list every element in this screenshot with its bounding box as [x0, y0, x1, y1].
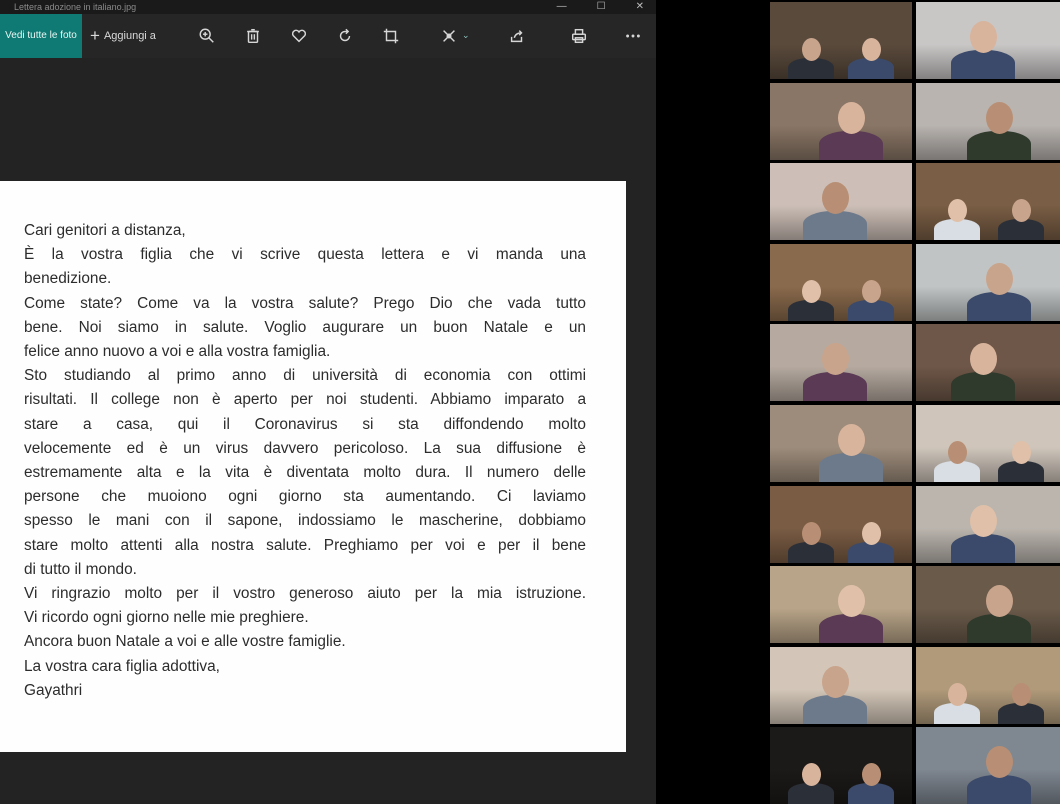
participant-figure	[967, 573, 1031, 643]
participant-figure	[951, 493, 1015, 563]
plus-icon: +	[90, 26, 100, 45]
letter-line: bene. Noi siamo in salute. Voglio augura…	[24, 318, 586, 336]
participant-tile[interactable]	[916, 566, 1060, 643]
participant-figure	[819, 573, 883, 643]
participant-tile[interactable]	[916, 83, 1060, 160]
participant-figure	[848, 493, 894, 563]
participant-tile[interactable]	[916, 727, 1060, 804]
participant-tile[interactable]	[770, 486, 912, 563]
participant-figure	[998, 412, 1044, 482]
participant-figure	[934, 412, 980, 482]
participant-figure	[803, 170, 867, 240]
see-all-photos-button[interactable]: Vedi tutte le foto	[0, 14, 82, 58]
letter-line: risultati. Il college non è aperto per n…	[24, 391, 586, 409]
window-title: Lettera adozione in italiano.jpg	[14, 2, 137, 12]
participant-figure	[803, 654, 867, 724]
participant-figure	[819, 90, 883, 160]
letter-line: persone che muoiono ogni giorno sta aume…	[24, 488, 586, 506]
participant-tile[interactable]	[770, 244, 912, 321]
see-all-photos-label: Vedi tutte le foto	[5, 30, 77, 41]
letter-line: stare a casa, qui il Coronavirus si sta …	[24, 415, 586, 433]
letter-line: Vi ringrazio molto per il vostro generos…	[24, 585, 586, 603]
participant-tile[interactable]	[916, 647, 1060, 724]
participant-figure	[998, 654, 1044, 724]
photos-viewer-window: Lettera adozione in italiano.jpg — ☐ ✕ V…	[0, 0, 656, 804]
letter-line: Ancora buon Natale a voi e alle vostre f…	[24, 633, 346, 651]
participant-figure	[967, 734, 1031, 804]
participant-figure	[951, 9, 1015, 79]
participant-tile[interactable]	[916, 2, 1060, 79]
add-to-button[interactable]: + Aggiungi a	[90, 14, 156, 58]
letter-line: benedizione.	[24, 270, 112, 288]
participant-tile[interactable]	[770, 324, 912, 401]
letter-line: Gayathri	[24, 681, 83, 699]
participant-figure	[998, 170, 1044, 240]
participant-tile[interactable]	[916, 163, 1060, 240]
letter-line: Come state? Come va la vostra salute? Pr…	[24, 294, 586, 312]
participant-tile[interactable]	[770, 83, 912, 160]
participant-figure	[967, 90, 1031, 160]
more-icon[interactable]	[622, 25, 644, 47]
toolbar: Vedi tutte le foto + Aggiungi a ⌄	[0, 14, 656, 58]
letter-line: spesso le mani con il sapone, indossiamo…	[24, 512, 586, 530]
letter-line: felice anno nuovo a voi e alla vostra fa…	[24, 343, 331, 361]
letter-line: stare molto attenti alla nostra salute. …	[24, 536, 586, 554]
maximize-button[interactable]: ☐	[597, 0, 606, 14]
letter-line: Sto studiando al primo anno di universit…	[24, 367, 586, 385]
participant-figure	[848, 734, 894, 804]
letter-line: La vostra cara figlia adottiva,	[24, 657, 220, 675]
delete-icon[interactable]	[242, 25, 264, 47]
zoom-in-icon[interactable]	[196, 25, 218, 47]
close-button[interactable]: ✕	[636, 0, 644, 14]
participant-figure	[788, 9, 834, 79]
print-icon[interactable]	[568, 25, 590, 47]
letter-text: Cari genitori a distanza, È la vostra fig…	[24, 219, 586, 703]
participant-tile[interactable]	[770, 727, 912, 804]
favorite-icon[interactable]	[288, 25, 310, 47]
letter-line: velocemente ed è un virus davvero perico…	[24, 439, 586, 457]
add-to-label: Aggiungi a	[103, 30, 156, 42]
letter-image: Cari genitori a distanza, È la vostra fig…	[0, 181, 626, 752]
share-icon[interactable]	[506, 25, 528, 47]
participant-figure	[788, 734, 834, 804]
participant-tile[interactable]	[770, 566, 912, 643]
letter-line: Vi ricordo ogni giorno nelle mie preghie…	[24, 609, 309, 627]
participant-figure	[967, 251, 1031, 321]
participant-figure	[788, 493, 834, 563]
participant-figure	[848, 9, 894, 79]
letter-line: estremamente alta e la vita è diventata …	[24, 464, 586, 482]
minimize-button[interactable]: —	[557, 0, 567, 14]
window-controls: — ☐ ✕	[557, 0, 644, 14]
crop-icon[interactable]	[380, 25, 402, 47]
participant-figure	[848, 251, 894, 321]
participant-tile[interactable]	[916, 324, 1060, 401]
title-bar: Lettera adozione in italiano.jpg — ☐ ✕	[0, 0, 656, 14]
rotate-icon[interactable]	[334, 25, 356, 47]
chevron-down-icon[interactable]: ⌄	[462, 30, 470, 41]
participant-tile[interactable]	[770, 163, 912, 240]
letter-line: È la vostra figlia che vi scrive questa …	[24, 246, 586, 264]
participant-figure	[819, 412, 883, 482]
participant-tile[interactable]	[770, 2, 912, 79]
letter-line: di tutto il mondo.	[24, 560, 137, 578]
participant-figure	[934, 170, 980, 240]
participant-figure	[934, 654, 980, 724]
participant-tile[interactable]	[916, 405, 1060, 482]
video-call-gallery	[770, 2, 1060, 804]
participant-figure	[803, 331, 867, 401]
enhance-icon[interactable]	[438, 25, 460, 47]
participant-tile[interactable]	[916, 244, 1060, 321]
participant-tile[interactable]	[916, 486, 1060, 563]
participant-tile[interactable]	[770, 647, 912, 724]
participant-figure	[788, 251, 834, 321]
participant-figure	[951, 331, 1015, 401]
participant-tile[interactable]	[770, 405, 912, 482]
letter-line: Cari genitori a distanza,	[24, 222, 186, 239]
